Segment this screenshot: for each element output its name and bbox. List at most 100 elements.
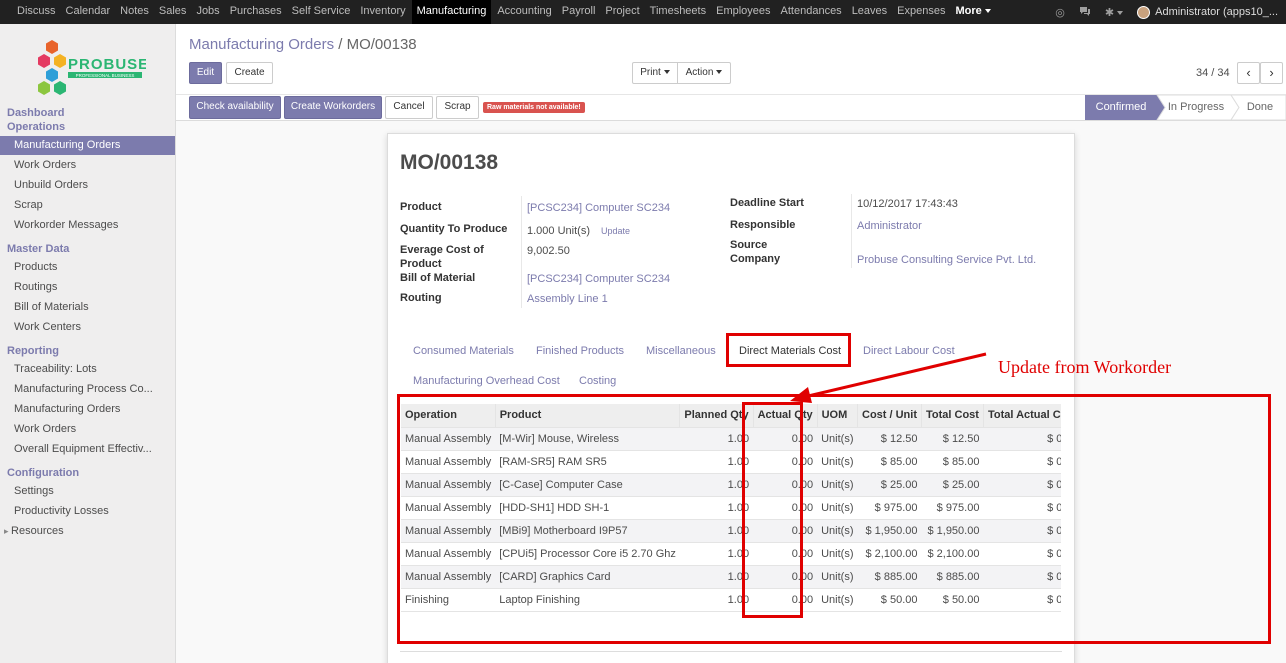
sidebar-section-master-data[interactable]: Master Data	[7, 242, 69, 256]
pager-previous-button[interactable]: ‹	[1237, 62, 1260, 84]
check-availability-button[interactable]: Check availability	[189, 96, 281, 119]
actual-qty-highlight-box	[742, 402, 803, 618]
scrap-button[interactable]: Scrap	[436, 96, 479, 119]
tab-consumed-materials[interactable]: Consumed Materials	[413, 344, 514, 358]
probuse-logo: PROBUSE PROFESSIONAL BUSINESS	[34, 37, 148, 95]
topmenu-item-attendances[interactable]: Attendances	[777, 0, 846, 24]
topmenu-item-calendar[interactable]: Calendar	[62, 0, 115, 24]
caret-down-icon	[716, 70, 723, 75]
bom-value[interactable]: [PCSC234] Computer SC234	[527, 272, 670, 286]
tab-finished-products[interactable]: Finished Products	[536, 344, 624, 358]
bom-label: Bill of Material	[400, 272, 476, 284]
responsible-label: Responsible	[730, 219, 796, 231]
sidebar-item-work-orders[interactable]: Work Orders	[0, 420, 175, 439]
sidebar-item-routings[interactable]: Routings	[0, 278, 175, 297]
topmenu-item-payroll[interactable]: Payroll	[558, 0, 600, 24]
routing-value[interactable]: Assembly Line 1	[527, 292, 608, 306]
sidebar-section-reporting[interactable]: Reporting	[7, 344, 59, 358]
topmenu-item-timesheets[interactable]: Timesheets	[646, 0, 710, 24]
edit-button[interactable]: Edit	[189, 62, 222, 84]
create-button[interactable]: Create	[226, 62, 273, 84]
topmenu-item-self-service[interactable]: Self Service	[288, 0, 355, 24]
pager-value[interactable]: 34 / 34	[1196, 67, 1230, 79]
app-menu: Discuss Calendar Notes Sales Jobs Purchases Se…	[0, 0, 997, 24]
topmenu-item-project[interactable]: Project	[601, 0, 643, 24]
action-label: Action	[685, 67, 714, 78]
topmenu-item-leaves[interactable]: Leaves	[848, 0, 891, 24]
topmenu-item-inventory[interactable]: Inventory	[356, 0, 409, 24]
tab-miscellaneous[interactable]: Miscellaneous	[646, 344, 716, 358]
bug-icon[interactable]: ✱	[1105, 6, 1124, 19]
logo-subtext: PROFESSIONAL BUSINESS	[76, 73, 135, 78]
help-icon[interactable]: ◎	[1055, 6, 1065, 19]
tab-costing[interactable]: Costing	[579, 374, 616, 388]
pager-next-button[interactable]: ›	[1260, 62, 1283, 84]
table-highlight-box	[397, 394, 1271, 644]
chat-icon[interactable]	[1079, 6, 1091, 19]
user-menu[interactable]: Administrator (apps10_...	[1155, 6, 1278, 18]
annotation-arrow-icon	[790, 352, 987, 403]
routing-label: Routing	[400, 292, 442, 304]
create-workorders-button[interactable]: Create Workorders	[284, 96, 382, 119]
sidebar-section-operations[interactable]: Operations	[7, 120, 65, 134]
product-label: Product	[400, 201, 442, 213]
sidebar-item-bill-of-materials[interactable]: Bill of Materials	[0, 298, 175, 317]
top-navbar: Discuss Calendar Notes Sales Jobs Purchases Se…	[0, 0, 1286, 24]
tab-overhead-cost[interactable]: Manufacturing Overhead Cost	[413, 374, 560, 388]
qty-unit: Unit(s)	[557, 225, 590, 237]
sidebar-item-work-centers[interactable]: Work Centers	[0, 318, 175, 337]
topmenu-item-jobs[interactable]: Jobs	[192, 0, 223, 24]
sidebar-item-manufacturing-orders[interactable]: Manufacturing Orders	[0, 136, 175, 155]
topmenu-item-expenses[interactable]: Expenses	[893, 0, 949, 24]
topmenu-item-accounting[interactable]: Accounting	[493, 0, 555, 24]
topmenu-item-purchases[interactable]: Purchases	[226, 0, 286, 24]
topmenu-more[interactable]: More	[951, 0, 994, 24]
caret-down-icon	[663, 70, 670, 75]
resources-label: Resources	[11, 525, 64, 537]
sidebar-section-configuration[interactable]: Configuration	[7, 466, 79, 480]
status-in-progress[interactable]: In Progress	[1161, 101, 1231, 113]
main-content: Manufacturing Orders / MO/00138 Edit Cre…	[176, 24, 1286, 663]
statusbar: Check availability Create Workorders Can…	[176, 94, 1286, 121]
action-dropdown[interactable]: Action	[677, 62, 731, 84]
sidebar-item-traceability-lots[interactable]: Traceability: Lots	[0, 360, 175, 379]
qty-label: Quantity To Produce	[400, 223, 508, 235]
topmenu-item-sales[interactable]: Sales	[155, 0, 191, 24]
responsible-value[interactable]: Administrator	[857, 219, 922, 233]
topmenu-item-employees[interactable]: Employees	[712, 0, 774, 24]
update-qty-button[interactable]: Update	[601, 224, 630, 238]
annotation-text: Update from Workorder	[998, 357, 1172, 377]
sidebar-item-products[interactable]: Products	[0, 258, 175, 277]
product-value[interactable]: [PCSC234] Computer SC234	[527, 201, 670, 215]
breadcrumb-parent[interactable]: Manufacturing Orders	[189, 36, 334, 53]
warning-badge: Raw materials not available!	[483, 102, 585, 113]
sidebar-item-work-orders[interactable]: Work Orders	[0, 156, 175, 175]
sidebar-item-manufacturing-process-co[interactable]: Manufacturing Process Co...	[0, 380, 175, 399]
status-done[interactable]: Done	[1235, 101, 1285, 113]
breadcrumb-current: MO/00138	[346, 36, 417, 53]
more-label: More	[955, 5, 982, 17]
breadcrumb: Manufacturing Orders / MO/00138	[189, 36, 417, 53]
topmenu-item-discuss[interactable]: Discuss	[13, 0, 60, 24]
user-avatar[interactable]	[1137, 5, 1151, 19]
cancel-button[interactable]: Cancel	[385, 96, 433, 119]
divider	[400, 651, 1062, 652]
qty-value: 1.000 Unit(s)	[527, 224, 590, 238]
sidebar-item-manufacturing-orders[interactable]: Manufacturing Orders	[0, 400, 175, 419]
sidebar-item-settings[interactable]: Settings	[0, 482, 175, 501]
sidebar-item-scrap[interactable]: Scrap	[0, 196, 175, 215]
sidebar-item-overall-equipment-effectiv[interactable]: Overall Equipment Effectiv...	[0, 440, 175, 459]
sidebar-item-resources[interactable]: ▸ Resources	[0, 522, 175, 541]
systray: ◎ ✱ Administrator (apps10_...	[1055, 0, 1286, 24]
company-value[interactable]: Probuse Consulting Service Pvt. Ltd.	[857, 253, 1036, 267]
print-dropdown[interactable]: Print	[632, 62, 678, 84]
status-confirmed[interactable]: Confirmed	[1085, 101, 1157, 113]
avg-cost-value: 9,002.50	[527, 245, 570, 257]
sidebar-item-productivity-losses[interactable]: Productivity Losses	[0, 502, 175, 521]
breadcrumb-separator: /	[338, 36, 343, 53]
topmenu-item-manufacturing[interactable]: Manufacturing	[411, 0, 492, 24]
sidebar-item-workorder-messages[interactable]: Workorder Messages	[0, 216, 175, 235]
sidebar-item-unbuild-orders[interactable]: Unbuild Orders	[0, 176, 175, 195]
topmenu-item-notes[interactable]: Notes	[116, 0, 153, 24]
sidebar-section-dashboard[interactable]: Dashboard	[7, 106, 64, 120]
